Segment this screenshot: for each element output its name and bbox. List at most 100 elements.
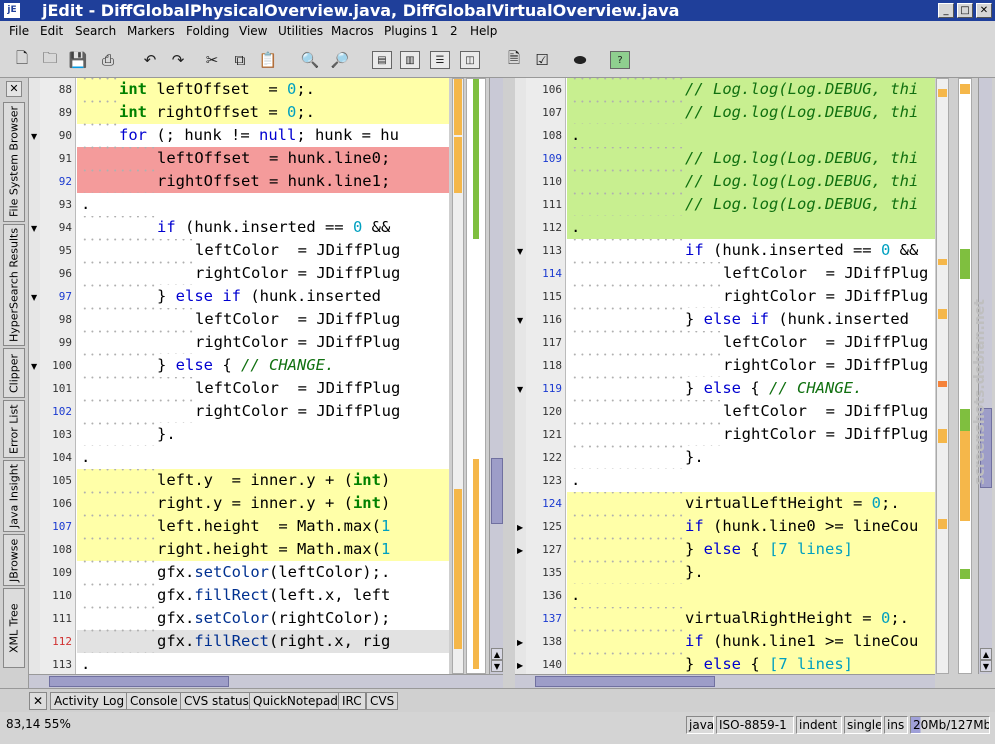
minimize-button[interactable]: _	[938, 3, 954, 18]
code-line[interactable]: 120 leftColor = JDiffPlug	[515, 400, 935, 423]
fold-expanded-icon[interactable]: ▼	[31, 293, 37, 302]
jedit-logo-icon[interactable]: jE	[4, 3, 20, 18]
status-indent[interactable]: indent	[796, 716, 842, 734]
menu-view[interactable]: View	[239, 21, 267, 42]
code-line[interactable]: 111 // Log.log(Log.DEBUG, thi	[515, 193, 935, 216]
code-line[interactable]: 92 rightOffset = hunk.line1;	[29, 170, 449, 193]
code-line[interactable]: 109 // Log.log(Log.DEBUG, thi	[515, 147, 935, 170]
open-file-icon[interactable]: 🗀	[38, 48, 62, 72]
code-line[interactable]: 114 leftColor = JDiffPlug	[515, 262, 935, 285]
code-line[interactable]: 89 int rightOffset = 0;.	[29, 101, 449, 124]
fold-expanded-icon[interactable]: ▼	[31, 362, 37, 371]
menu-help[interactable]: Help	[470, 21, 497, 42]
save-icon[interactable]: 💾	[66, 48, 90, 72]
tab-cvs-status[interactable]: CVS status	[180, 692, 253, 710]
left-scroll-thumb[interactable]	[491, 458, 503, 524]
code-line[interactable]: 118 rightColor = JDiffPlug	[515, 354, 935, 377]
fold-expanded-icon[interactable]: ▼	[31, 132, 37, 141]
left-vertical-scrollbar[interactable]: ▲ ▼	[489, 78, 503, 674]
status-mode[interactable]: java	[686, 716, 714, 734]
code-line[interactable]: 115 rightColor = JDiffPlug	[515, 285, 935, 308]
code-line[interactable]: ▼ 116} else if (hunk.inserted	[515, 308, 935, 331]
code-line[interactable]: 121 rightColor = JDiffPlug	[515, 423, 935, 446]
code-line[interactable]: 99 rightColor = JDiffPlug	[29, 331, 449, 354]
menu-file[interactable]: File	[9, 21, 29, 42]
tab-xml-tree[interactable]: XML Tree	[3, 588, 25, 668]
left-hscroll-thumb[interactable]	[49, 676, 229, 687]
find-next-icon[interactable]: 🔎	[328, 48, 352, 72]
right-horizontal-scrollbar[interactable]	[515, 674, 935, 688]
code-line[interactable]: ▼ 113 if (hunk.inserted == 0 &&	[515, 239, 935, 262]
left-text-area[interactable]: 88 int leftOffset = 0;. 89 int rightOffset …	[29, 78, 449, 688]
menu-plugins-1[interactable]: Plugins 1	[384, 21, 438, 42]
code-line[interactable]: 104.	[29, 446, 449, 469]
close-window-button[interactable]: ✕	[976, 3, 992, 18]
close-dock-icon[interactable]: ✕	[6, 81, 22, 97]
fold-expanded-icon[interactable]: ▼	[517, 316, 523, 325]
buffer-options-icon[interactable]: 🗎	[502, 48, 526, 72]
tab-irc[interactable]: IRC	[338, 692, 366, 710]
menu-search[interactable]: Search	[75, 21, 116, 42]
code-line[interactable]: 135}.	[515, 561, 935, 584]
code-line[interactable]: 105 left.y = inner.y + (int)	[29, 469, 449, 492]
scroll-down-arrow-icon[interactable]: ▼	[980, 660, 992, 672]
code-line[interactable]: 95 leftColor = JDiffPlug	[29, 239, 449, 262]
code-line[interactable]: 110 // Log.log(Log.DEBUG, thi	[515, 170, 935, 193]
paste-icon[interactable]: 📋	[256, 48, 280, 72]
copy-icon[interactable]: ⧉	[228, 48, 252, 72]
code-line[interactable]: 112.	[515, 216, 935, 239]
code-line[interactable]: ▼ 94 if (hunk.inserted == 0 &&	[29, 216, 449, 239]
code-line[interactable]: 108.	[515, 124, 935, 147]
code-line[interactable]: ▼ 119} else { // CHANGE.	[515, 377, 935, 400]
code-line[interactable]: 136.	[515, 584, 935, 607]
scroll-up-arrow-icon[interactable]: ▲	[491, 648, 503, 660]
code-line[interactable]: 108 right.height = Math.max(1	[29, 538, 449, 561]
code-line[interactable]: 111 gfx.setColor(rightColor);	[29, 607, 449, 630]
find-icon[interactable]: 🔍	[298, 48, 322, 72]
tab-java-insight[interactable]: Java Insight	[3, 460, 25, 532]
code-line[interactable]: 96 rightColor = JDiffPlug	[29, 262, 449, 285]
menu-plugins-2[interactable]: 2	[450, 21, 458, 42]
fold-expanded-icon[interactable]: ▼	[517, 385, 523, 394]
print-icon[interactable]: ⎙	[96, 48, 120, 72]
menu-folding[interactable]: Folding	[186, 21, 229, 42]
code-line[interactable]: 98 leftColor = JDiffPlug	[29, 308, 449, 331]
plugin-icon[interactable]: ⬬	[568, 48, 592, 72]
status-encoding[interactable]: ISO-8859-1	[716, 716, 794, 734]
code-line[interactable]: ▼ 100} else { // CHANGE.	[29, 354, 449, 377]
fold-expanded-icon[interactable]: ▼	[517, 247, 523, 256]
code-line[interactable]: 122}.	[515, 446, 935, 469]
code-line[interactable]: 112 gfx.fillRect(right.x, rig	[29, 630, 449, 653]
status-insert[interactable]: ins	[884, 716, 908, 734]
menu-macros[interactable]: Macros	[331, 21, 374, 42]
code-line[interactable]: 106 // Log.log(Log.DEBUG, thi	[515, 78, 935, 101]
code-line[interactable]: 124 virtualLeftHeight = 0;.	[515, 492, 935, 515]
help-icon[interactable]: ?	[610, 51, 630, 69]
code-line[interactable]: 107 // Log.log(Log.DEBUG, thi	[515, 101, 935, 124]
right-hscroll-thumb[interactable]	[535, 676, 715, 687]
tab-cvs[interactable]: CVS	[366, 692, 399, 710]
fold-collapsed-icon[interactable]: ▶	[517, 638, 523, 647]
fold-expanded-icon[interactable]: ▼	[31, 224, 37, 233]
fold-collapsed-icon[interactable]: ▶	[517, 523, 523, 532]
tab-jbrowse[interactable]: JBrowse	[3, 534, 25, 586]
code-line[interactable]: 117 leftColor = JDiffPlug	[515, 331, 935, 354]
menu-utilities[interactable]: Utilities	[278, 21, 323, 42]
unsplit-icon[interactable]: ☰	[430, 51, 450, 69]
right-diff-overview[interactable]	[936, 78, 949, 674]
code-line[interactable]: 110 gfx.fillRect(left.x, left	[29, 584, 449, 607]
scroll-down-arrow-icon[interactable]: ▼	[491, 660, 503, 672]
tab-activity-log[interactable]: Activity Log	[50, 692, 129, 710]
code-line[interactable]: 113.	[29, 653, 449, 676]
tab-hypersearch-results[interactable]: HyperSearch Results	[3, 224, 25, 346]
cut-icon[interactable]: ✂	[200, 48, 224, 72]
code-line[interactable]: 93.	[29, 193, 449, 216]
code-line[interactable]: ▶ 138 if (hunk.line1 >= lineCou	[515, 630, 935, 653]
code-line[interactable]: ▼ 97} else if (hunk.inserted	[29, 285, 449, 308]
code-line[interactable]: 123.	[515, 469, 935, 492]
tab-console[interactable]: Console	[126, 692, 182, 710]
global-diff-overview[interactable]	[466, 78, 486, 674]
code-line[interactable]: 109 gfx.setColor(leftColor);.	[29, 561, 449, 584]
code-line[interactable]: 101 leftColor = JDiffPlug	[29, 377, 449, 400]
code-line[interactable]: ▶ 127} else { [7 lines]	[515, 538, 935, 561]
